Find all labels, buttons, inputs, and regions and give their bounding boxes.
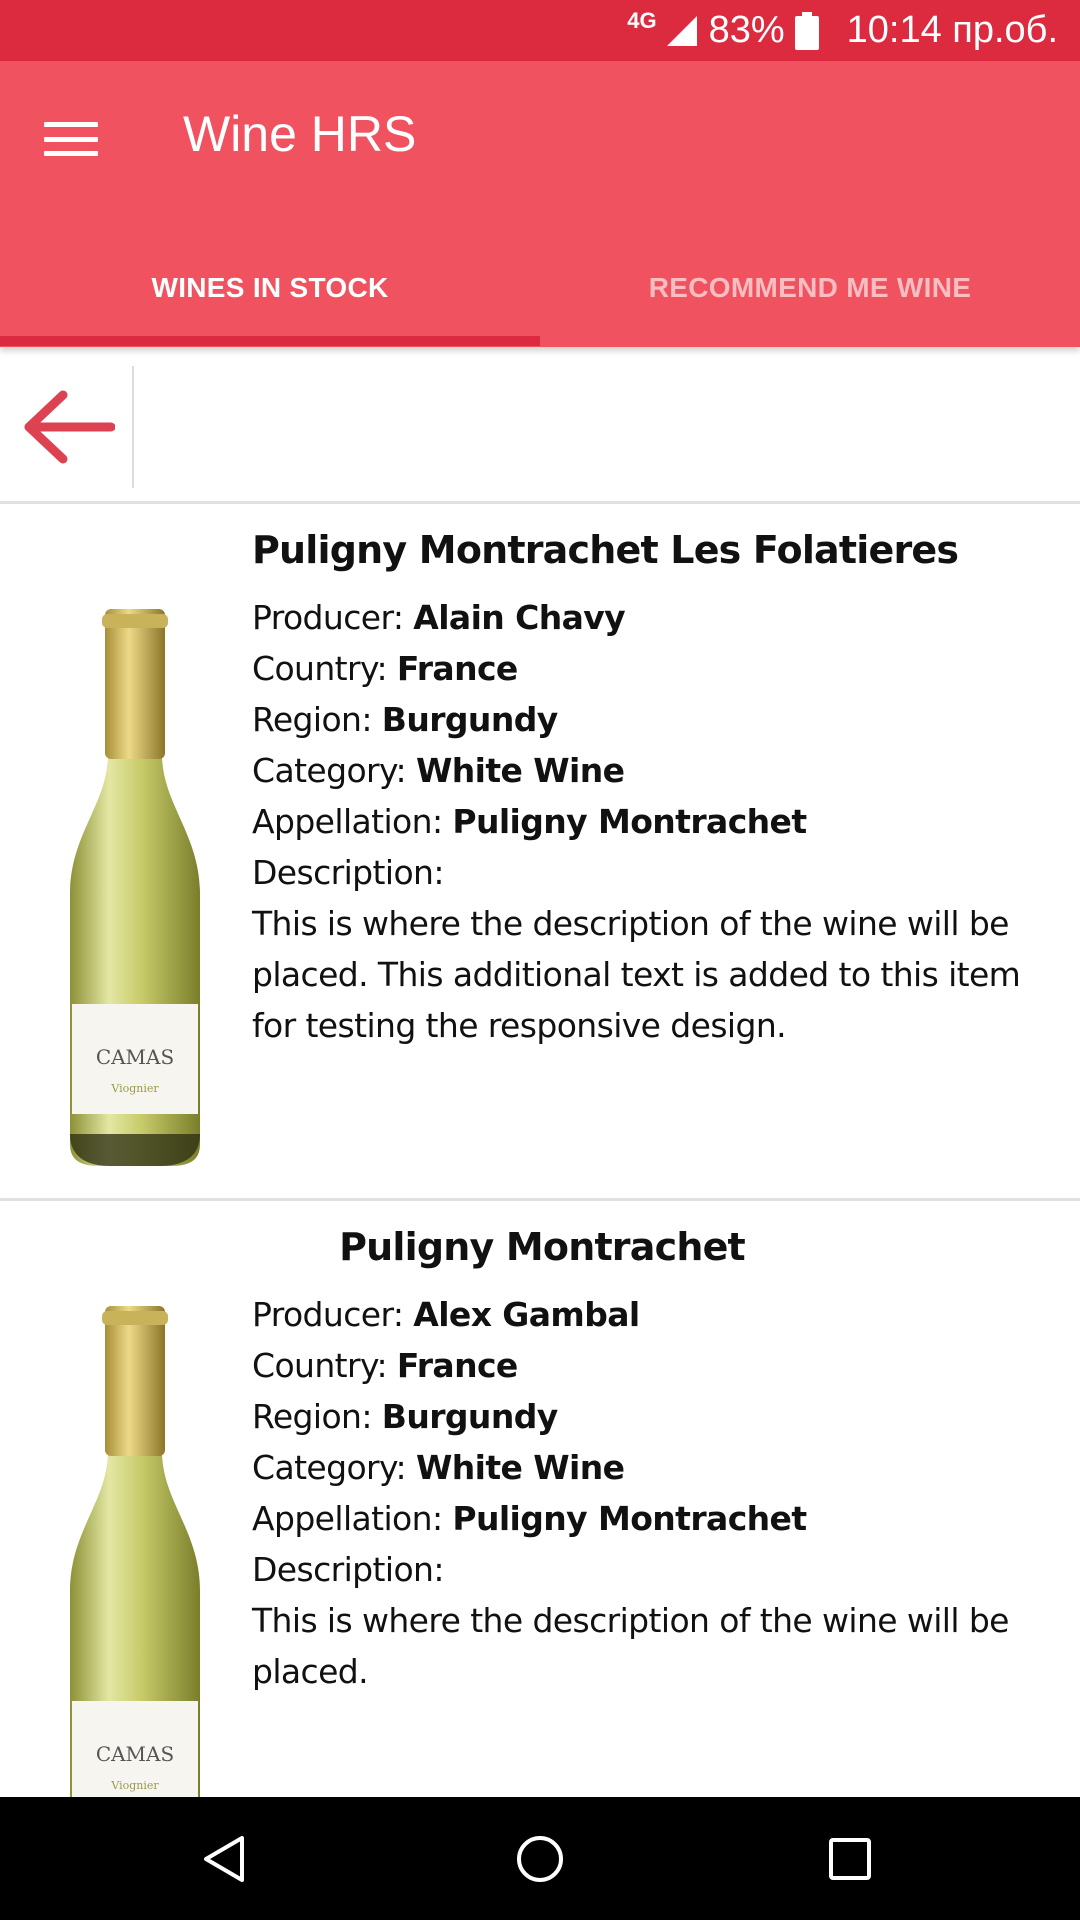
- nav-recents-button[interactable]: [780, 1797, 920, 1920]
- clock: 10:14 пр.об.: [846, 9, 1058, 51]
- bottle-varietal-text: Viognier: [110, 1082, 159, 1095]
- bottle-brand-text: CAMAS: [96, 1742, 174, 1766]
- producer-value: Alex Gambal: [413, 1295, 640, 1334]
- appellation-value: Puligny Montrachet: [452, 802, 807, 841]
- region-value: Burgundy: [381, 700, 558, 739]
- hamburger-menu-icon[interactable]: [44, 116, 98, 162]
- tab-recommend-me-wine[interactable]: RECOMMEND ME WINE: [540, 271, 1080, 347]
- producer-label: Producer:: [252, 1295, 404, 1334]
- signal-icon: [665, 14, 699, 48]
- back-button[interactable]: [0, 366, 134, 488]
- country-value: France: [396, 1346, 518, 1385]
- region-label: Region:: [252, 700, 372, 739]
- nav-recents-icon: [829, 1837, 871, 1880]
- wine-details: Producer: Alain Chavy Country: France Re…: [252, 592, 1052, 1051]
- arrow-left-icon: [24, 390, 115, 464]
- description-label: Description:: [252, 1550, 444, 1589]
- status-bar: 4G 83% 10:14 пр.об.: [0, 0, 1080, 61]
- bottle-brand-text: CAMAS: [96, 1045, 174, 1069]
- bottle-varietal-text: Viognier: [110, 1779, 159, 1792]
- category-label: Category:: [252, 1448, 407, 1487]
- description-text: This is where the description of the win…: [252, 904, 1021, 1045]
- country-label: Country:: [252, 1346, 388, 1385]
- producer-value: Alain Chavy: [413, 598, 626, 637]
- network-type: 4G: [627, 7, 657, 33]
- producer-label: Producer:: [252, 598, 404, 637]
- wine-list-item[interactable]: CAMAS Viognier Puligny Montrachet Les Fo…: [0, 504, 1080, 1201]
- description-label: Description:: [252, 853, 444, 892]
- description-text: This is where the description of the win…: [252, 1601, 1009, 1691]
- region-label: Region:: [252, 1397, 372, 1436]
- battery-icon: [794, 11, 819, 50]
- appellation-value: Puligny Montrachet: [452, 1499, 807, 1538]
- appellation-label: Appellation:: [252, 1499, 443, 1538]
- system-nav-bar: [0, 1797, 1080, 1920]
- region-value: Burgundy: [381, 1397, 558, 1436]
- wine-bottle-image: CAMAS Viognier: [70, 1306, 200, 1821]
- wine-list-item[interactable]: CAMAS Viognier Puligny Montrachet Produc…: [0, 1201, 1080, 1821]
- country-value: France: [396, 649, 518, 688]
- nav-home-button[interactable]: [470, 1797, 610, 1920]
- divider: [132, 366, 134, 488]
- wine-title: Puligny Montrachet Les Folatieres: [252, 528, 959, 572]
- tab-indicator: [0, 336, 540, 346]
- app-title: Wine HRS: [183, 106, 417, 162]
- nav-back-icon: [204, 1835, 244, 1882]
- wine-details: Producer: Alex Gambal Country: France Re…: [252, 1289, 1052, 1697]
- battery-percent: 83%: [708, 9, 785, 51]
- category-value: White Wine: [415, 751, 625, 790]
- toolbar-row: [0, 366, 1080, 504]
- category-label: Category:: [252, 751, 407, 790]
- category-value: White Wine: [415, 1448, 625, 1487]
- nav-back-button[interactable]: [155, 1797, 295, 1920]
- app-bar: Wine HRS WINES IN STOCK RECOMMEND ME WIN…: [0, 61, 1080, 347]
- wine-title: Puligny Montrachet: [339, 1225, 746, 1269]
- wine-bottle-image: CAMAS Viognier: [70, 609, 200, 1166]
- nav-home-icon: [517, 1835, 563, 1882]
- appellation-label: Appellation:: [252, 802, 443, 841]
- country-label: Country:: [252, 649, 388, 688]
